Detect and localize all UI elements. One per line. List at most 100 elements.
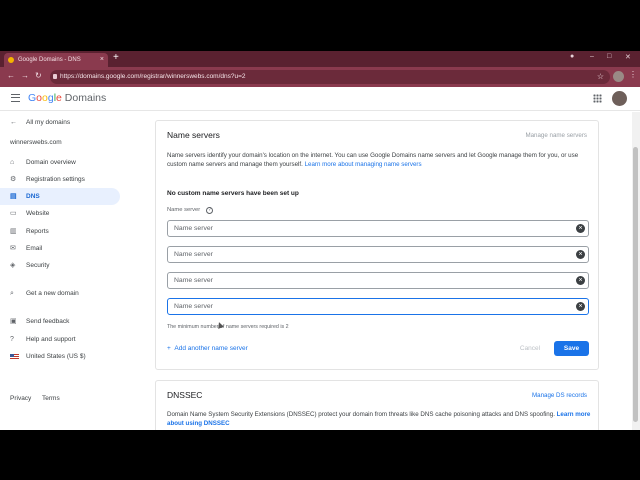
reload-icon[interactable]: ↻ (35, 71, 42, 80)
manage-ds-records-link[interactable]: Manage DS records (532, 392, 587, 399)
website-icon: ▭ (10, 210, 17, 217)
logo-google-text: Google (28, 92, 62, 104)
account-avatar[interactable] (612, 91, 627, 106)
sidebar-item-locale[interactable]: United States (US $) (0, 348, 120, 365)
sidebar-item-label: Get a new domain (26, 290, 79, 297)
tab-title: Google Domains - DNS (18, 57, 81, 63)
name-server-input-1[interactable]: Name server × (167, 220, 589, 237)
browser-toolbar: ← → ↻ https://domains.google.com/registr… (0, 67, 640, 87)
name-server-input-3[interactable]: Name server × (167, 272, 589, 289)
dnssec-title: DNSSEC (167, 390, 203, 400)
reports-icon: ▥ (10, 228, 17, 235)
sidebar-item-label: DNS (26, 193, 40, 200)
name-servers-title: Name servers (167, 130, 220, 140)
search-icon: ⌕ (10, 290, 14, 297)
name-server-field-label: Name server? (167, 207, 214, 214)
new-tab-button[interactable]: + (113, 52, 119, 63)
google-domains-logo[interactable]: Google Domains (28, 92, 106, 104)
add-label: Add another name server (174, 345, 248, 352)
bookmark-star-icon[interactable]: ☆ (597, 70, 604, 84)
input-placeholder: Name server (174, 225, 213, 232)
manage-name-servers-link[interactable]: Manage name servers (525, 132, 587, 139)
minimum-servers-hint: The minimum number of name servers requi… (167, 324, 289, 330)
sidebar-item-domain-overview[interactable]: ⌂ Domain overview (0, 154, 120, 171)
back-to-all-domains[interactable]: ← All my domains (0, 114, 120, 131)
sidebar-item-dns[interactable]: ▤ DNS (0, 188, 120, 205)
browser-profile-avatar[interactable] (613, 71, 624, 82)
terms-link[interactable]: Terms (42, 395, 60, 402)
sidebar-item-label: Reports (26, 228, 49, 235)
sidebar-item-label: Domain overview (26, 159, 76, 166)
sidebar-item-website[interactable]: ▭ Website (0, 205, 120, 222)
hamburger-menu-icon[interactable] (11, 94, 20, 102)
feedback-icon: ▣ (10, 318, 17, 325)
logo-letter: G (28, 92, 37, 104)
sidebar-item-label: Email (26, 245, 43, 252)
cancel-button[interactable]: Cancel (509, 341, 551, 356)
sidebar: ← All my domains winnerswebs.com ⌂ Domai… (0, 112, 130, 430)
lock-icon (53, 74, 57, 79)
save-button[interactable]: Save (554, 341, 589, 356)
input-placeholder: Name server (174, 277, 213, 284)
field-label-text: Name server (167, 207, 201, 213)
sidebar-item-label: Registration settings (26, 176, 85, 183)
sidebar-item-reports[interactable]: ▥ Reports (0, 223, 120, 240)
sidebar-item-send-feedback[interactable]: ▣ Send feedback (0, 313, 120, 330)
url-text: https://domains.google.com/registrar/win… (60, 73, 246, 80)
gear-icon: ⚙ (10, 176, 17, 183)
clear-icon[interactable]: × (576, 250, 585, 259)
clear-icon[interactable]: × (576, 224, 585, 233)
sidebar-item-email[interactable]: ✉ Email (0, 240, 120, 257)
page-scrollbar[interactable] (632, 112, 640, 430)
input-placeholder: Name server (174, 303, 213, 310)
email-icon: ✉ (10, 245, 16, 252)
learn-more-name-servers-link[interactable]: Learn more about managing name servers (305, 161, 422, 168)
back-arrow-icon[interactable]: ← (7, 71, 15, 80)
scrollbar-thumb[interactable] (633, 147, 638, 422)
address-bar[interactable]: https://domains.google.com/registrar/win… (50, 70, 610, 84)
browser-menu-icon[interactable]: ⋮ (629, 70, 637, 79)
dnssec-card: DNSSEC Manage DS records Domain Name Sys… (155, 380, 599, 430)
name-servers-card: Name servers Manage name servers Name se… (155, 120, 599, 370)
dnssec-description: Domain Name System Security Extensions (… (167, 410, 591, 428)
apps-grid-icon[interactable] (593, 94, 602, 103)
back-label: All my domains (26, 119, 71, 126)
sidebar-item-help-support[interactable]: ? Help and support (0, 331, 120, 348)
sidebar-item-label: Send feedback (26, 318, 70, 325)
sidebar-item-security[interactable]: ◈ Security (0, 257, 120, 274)
us-flag-icon (10, 354, 19, 360)
profile-indicator-icon[interactable]: ● (570, 53, 574, 60)
help-icon: ? (10, 336, 14, 343)
sidebar-item-label: Website (26, 210, 50, 217)
maximize-button[interactable]: □ (607, 53, 611, 60)
sidebar-item-get-new-domain[interactable]: ⌕ Get a new domain (0, 285, 120, 302)
arrow-back-icon: ← (10, 119, 17, 126)
sidebar-item-label: Help and support (26, 336, 76, 343)
sidebar-item-registration-settings[interactable]: ⚙ Registration settings (0, 171, 120, 188)
google-domains-favicon-icon (8, 57, 14, 63)
app-header: Google Domains (0, 87, 640, 111)
home-icon: ⌂ (10, 159, 15, 166)
forward-arrow-icon[interactable]: → (21, 71, 29, 80)
shield-icon: ◈ (10, 262, 16, 269)
browser-tab-bar: Google Domains - DNS × + ● – □ ✕ (0, 51, 640, 67)
app-viewport: Google Domains ← All my domains winnersw… (0, 87, 640, 430)
sidebar-item-label: Security (26, 262, 50, 269)
description-text: Domain Name System Security Extensions (… (167, 411, 555, 418)
browser-tab[interactable]: Google Domains - DNS × (4, 53, 108, 67)
dns-icon: ▤ (10, 193, 17, 200)
minimize-button[interactable]: – (590, 53, 594, 60)
clear-icon[interactable]: × (576, 302, 585, 311)
sidebar-item-label: United States (US $) (26, 353, 86, 360)
name-server-input-4[interactable]: Name server × (167, 298, 589, 315)
privacy-link[interactable]: Privacy (10, 395, 31, 402)
tab-close-icon[interactable]: × (100, 53, 104, 67)
logo-domains-text: Domains (61, 92, 107, 104)
add-name-server-button[interactable]: + Add another name server (167, 345, 248, 352)
no-custom-servers-message: No custom name servers have been set up (167, 190, 299, 197)
name-server-input-2[interactable]: Name server × (167, 246, 589, 263)
domain-name: winnerswebs.com (10, 139, 62, 146)
clear-icon[interactable]: × (576, 276, 585, 285)
close-window-button[interactable]: ✕ (625, 53, 631, 61)
help-circle-icon[interactable]: ? (206, 207, 214, 214)
